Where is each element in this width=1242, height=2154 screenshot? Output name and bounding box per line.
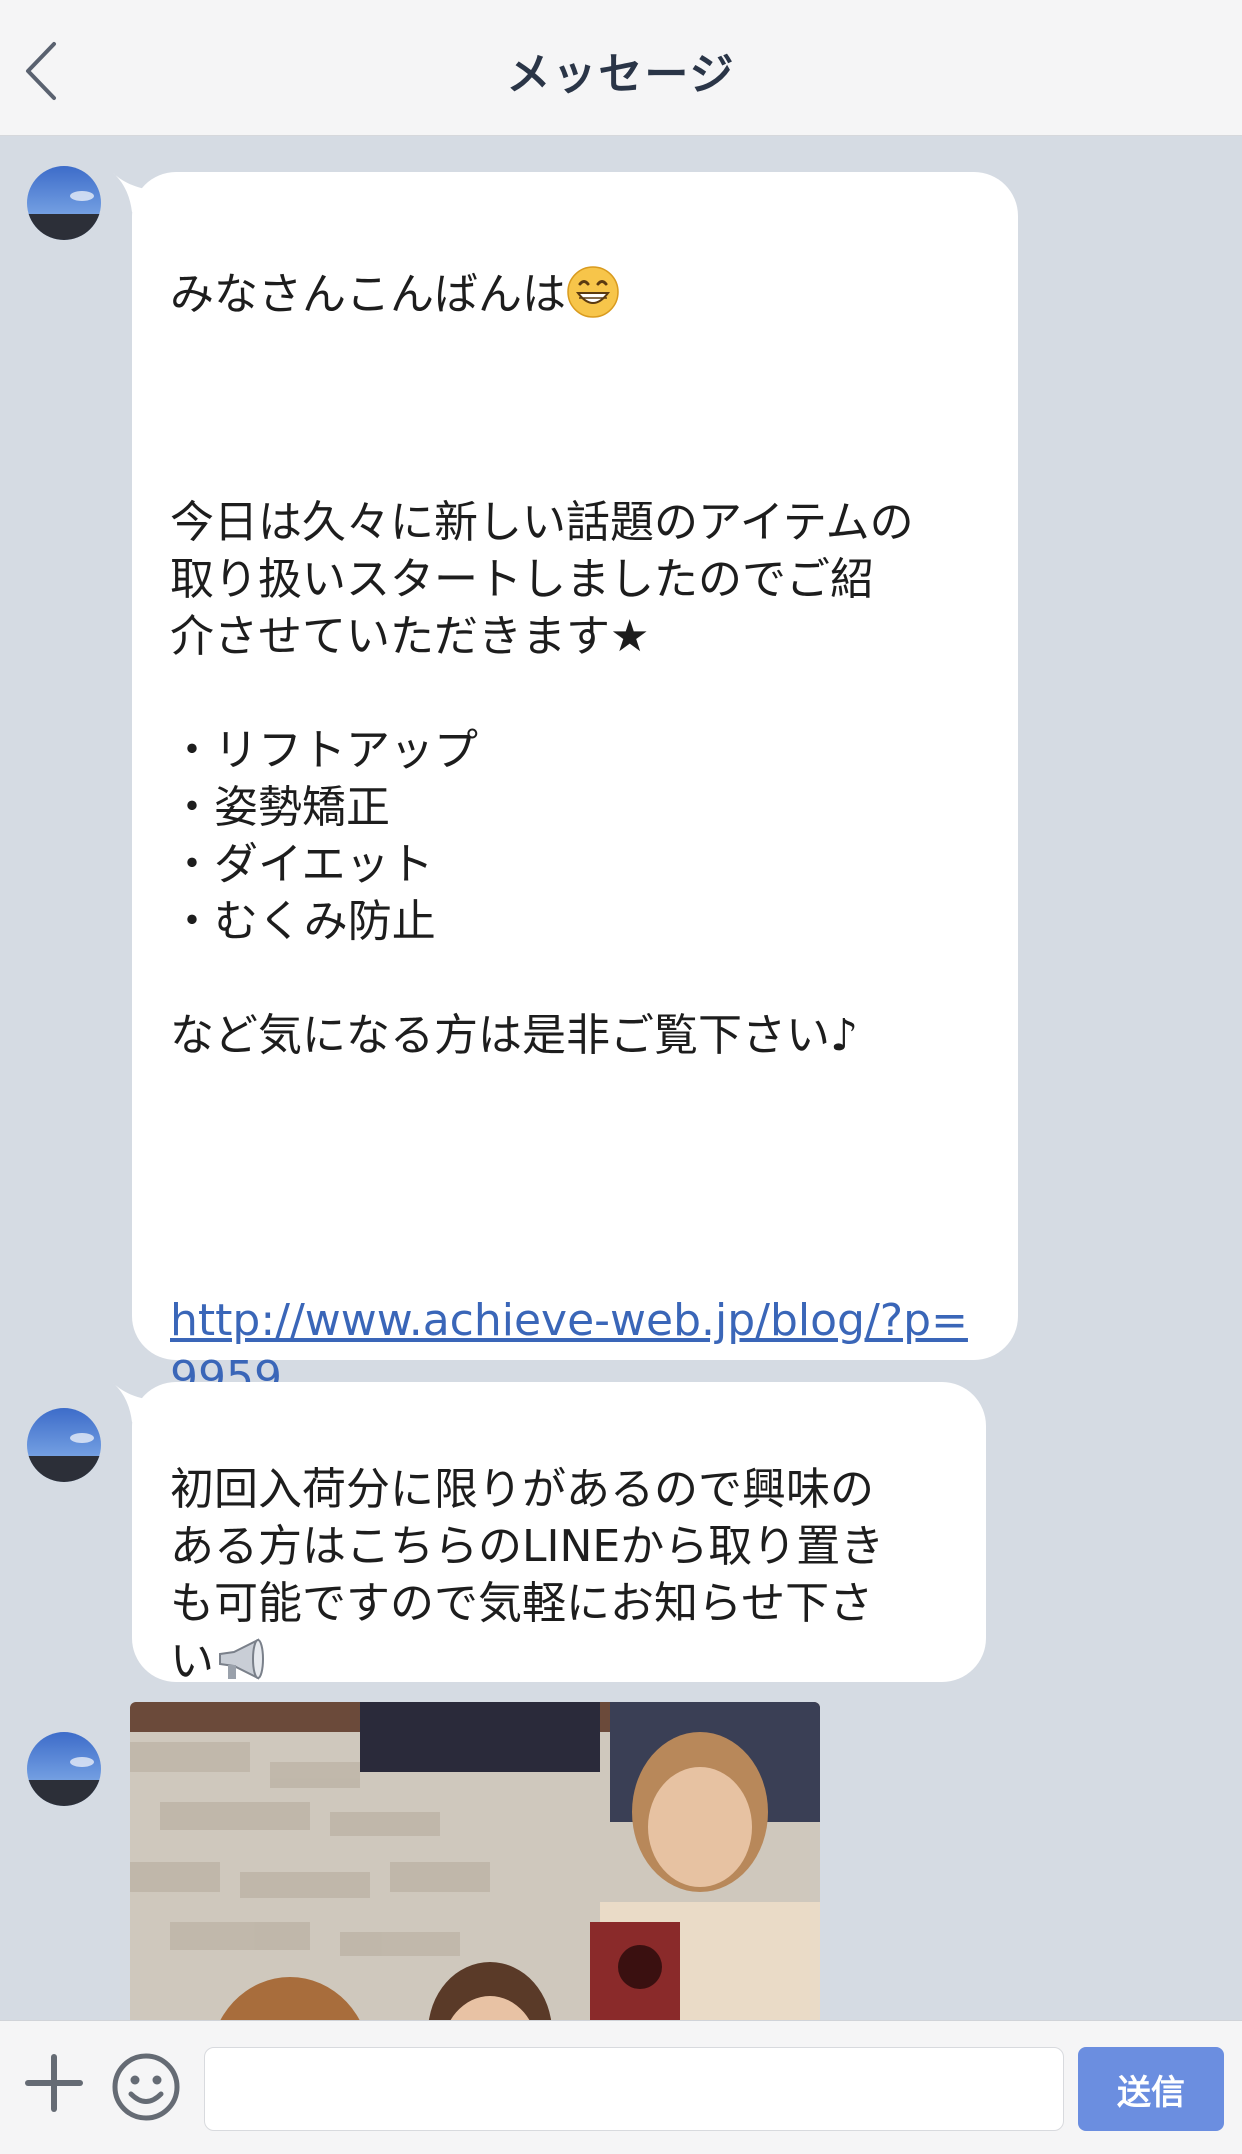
message-bubble[interactable]: 初回入荷分に限りがあるので興味の ある方はこちらのLINEから取り置き も可能で… [132,1382,986,1687]
message-body: 初回入荷分に限りがあるので興味の ある方はこちらのLINEから取り置き も可能で… [170,1464,885,1687]
avatar[interactable] [27,1732,101,1806]
avatar[interactable] [27,1408,101,1482]
grinning-face-emoji [567,266,619,318]
send-button[interactable]: 送信 [1078,2047,1224,2131]
plus-icon [25,2054,83,2112]
message-bubble[interactable]: みなさんこんばんは 今日は久々に新しい話題のアイテムの 取り扱いスタートしました… [132,172,1018,1403]
header-bar: メッセージ [0,0,1242,136]
chat-area[interactable]: みなさんこんばんは 今日は久々に新しい話題のアイテムの 取り扱いスタートしました… [0,136,1242,2020]
emoji-button[interactable] [110,2051,182,2123]
megaphone-emoji [219,1638,264,1680]
message-input[interactable] [204,2047,1064,2131]
plus-button[interactable] [22,2051,86,2115]
page-title: メッセージ [506,49,736,100]
message-body: 今日は久々に新しい話題のアイテムの 取り扱いスタートしましたのでご紹 介させてい… [170,497,914,1061]
input-bar: 送信 [0,2020,1242,2154]
avatar[interactable] [27,166,101,240]
message-greeting: みなさんこんばんは [170,265,980,323]
smiley-icon [112,2053,180,2121]
message-photo[interactable] [130,1702,820,2020]
